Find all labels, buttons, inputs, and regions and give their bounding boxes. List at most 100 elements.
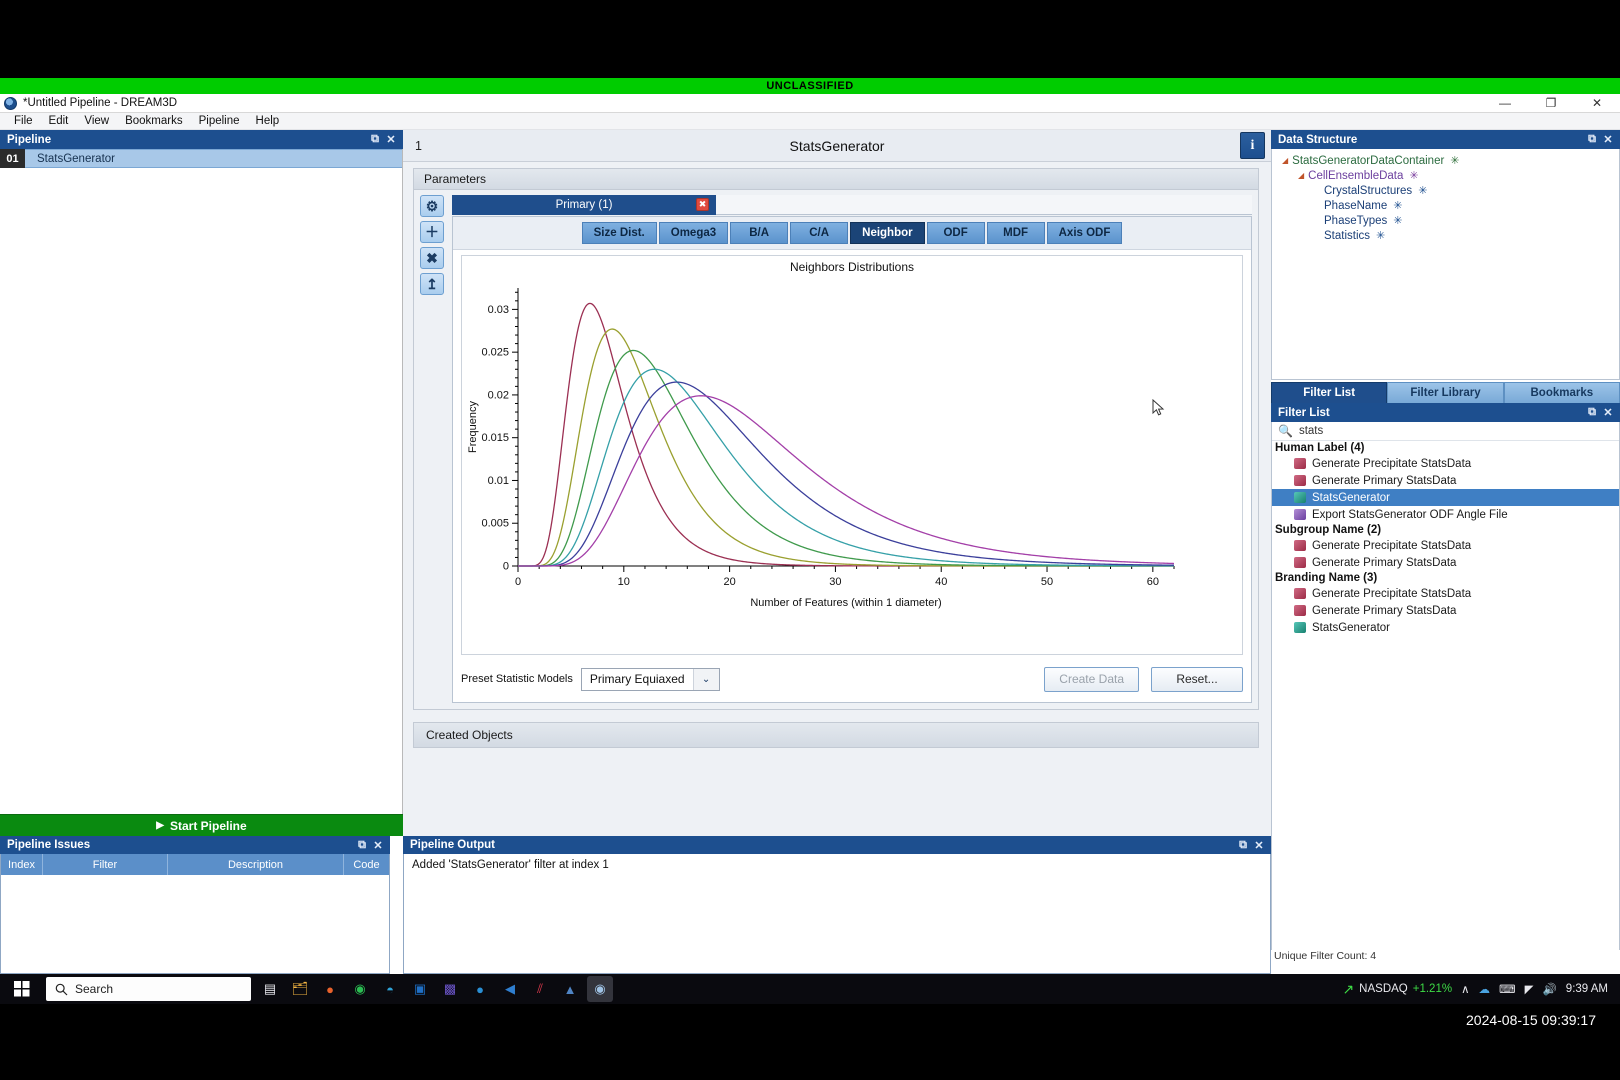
menu-edit[interactable]: Edit bbox=[41, 114, 77, 128]
filter-cube-icon bbox=[1294, 588, 1306, 599]
system-tray: ↗ NASDAQ +1.21% ∧ ☁ ⌨ ◤ 🔊 9:39 AM bbox=[1342, 981, 1620, 998]
taskbar-clock[interactable]: 9:39 AM bbox=[1566, 983, 1608, 995]
filter-list-undock-icon[interactable]: ⧉ bbox=[1584, 406, 1600, 419]
maximize-button[interactable]: ❐ bbox=[1528, 94, 1574, 113]
issues-col-description[interactable]: Description bbox=[168, 854, 344, 875]
tab-c-over-a[interactable]: C/A bbox=[790, 222, 849, 244]
issues-col-filter[interactable]: Filter bbox=[43, 854, 168, 875]
menu-view[interactable]: View bbox=[76, 114, 117, 128]
stock-name: NASDAQ bbox=[1359, 983, 1408, 995]
tab-filter-list[interactable]: Filter List bbox=[1271, 382, 1388, 403]
menu-pipeline[interactable]: Pipeline bbox=[191, 114, 248, 128]
list-item[interactable]: StatsGenerator bbox=[1272, 619, 1619, 636]
tree-node-container[interactable]: ◢ StatsGeneratorDataContainer ✳ bbox=[1278, 153, 1619, 168]
preset-statistic-models-select[interactable]: Primary Equiaxed ⌄ bbox=[580, 667, 720, 691]
tab-bookmarks[interactable]: Bookmarks bbox=[1503, 382, 1620, 403]
taskbar-search[interactable]: Search bbox=[46, 977, 251, 1001]
list-item-selected[interactable]: StatsGenerator bbox=[1272, 489, 1619, 506]
gear-icon[interactable]: ⚙ bbox=[420, 195, 444, 217]
tree-node-phasename[interactable]: PhaseName ✳ bbox=[1278, 198, 1619, 213]
search-icon: 🔍 bbox=[1278, 424, 1293, 438]
output-close-icon[interactable]: ✕ bbox=[1251, 839, 1267, 852]
dream3d-icon[interactable]: ◉ bbox=[587, 976, 613, 1002]
issues-col-code[interactable]: Code bbox=[344, 854, 389, 875]
tray-chevron-up-icon[interactable]: ∧ bbox=[1461, 982, 1469, 996]
network-icon[interactable]: ⌨ bbox=[1499, 982, 1516, 996]
expander-icon[interactable]: ◢ bbox=[1298, 171, 1304, 180]
outlook-icon[interactable]: ▣ bbox=[407, 976, 433, 1002]
volume-icon[interactable]: 🔊 bbox=[1542, 982, 1556, 996]
firefox-icon[interactable]: ● bbox=[317, 976, 343, 1002]
issues-close-icon[interactable]: ✕ bbox=[370, 839, 386, 852]
start-pipeline-button[interactable]: ▶ Start Pipeline bbox=[0, 814, 403, 836]
menu-file[interactable]: File bbox=[6, 114, 41, 128]
task-view-icon[interactable]: ▤ bbox=[257, 976, 283, 1002]
tab-close-icon[interactable]: ✖ bbox=[696, 198, 709, 211]
pipeline-undock-icon[interactable]: ⧉ bbox=[367, 133, 383, 146]
reset-button[interactable]: Reset... bbox=[1151, 666, 1243, 692]
filter-list-close-icon[interactable]: ✕ bbox=[1600, 406, 1616, 419]
pipeline-filter-list[interactable]: 01 StatsGenerator bbox=[0, 149, 403, 817]
vscode-icon[interactable]: ◀ bbox=[497, 976, 523, 1002]
list-item[interactable]: Generate Primary StatsData bbox=[1272, 602, 1619, 619]
plus-icon[interactable]: ＋ bbox=[420, 221, 444, 243]
tree-node-cellensembledata[interactable]: ◢ CellEnsembleData ✳ bbox=[1278, 168, 1619, 183]
tab-primary-phase[interactable]: Primary (1) ✖ bbox=[452, 195, 716, 215]
data-structure-tree[interactable]: ◢ StatsGeneratorDataContainer ✳ ◢ CellEn… bbox=[1271, 149, 1620, 380]
minimize-button[interactable]: — bbox=[1482, 94, 1528, 113]
list-item[interactable]: Export StatsGenerator ODF Angle File bbox=[1272, 506, 1619, 523]
list-item[interactable]: Generate Precipitate StatsData bbox=[1272, 537, 1619, 554]
list-item[interactable]: Generate Precipitate StatsData bbox=[1272, 585, 1619, 602]
paraview-icon[interactable]: ▲ bbox=[557, 976, 583, 1002]
svg-text:0: 0 bbox=[503, 561, 509, 573]
tree-node-statistics[interactable]: Statistics ✳ bbox=[1278, 228, 1619, 243]
issues-undock-icon[interactable]: ⧉ bbox=[354, 839, 370, 852]
jetbrains-icon[interactable]: ⫽ bbox=[527, 976, 553, 1002]
tab-primary-phase-label: Primary (1) bbox=[555, 199, 613, 211]
wifi-icon[interactable]: ◤ bbox=[1525, 982, 1534, 996]
menu-help[interactable]: Help bbox=[248, 114, 288, 128]
start-button[interactable] bbox=[0, 974, 44, 1004]
chrome-icon[interactable]: ◉ bbox=[347, 976, 373, 1002]
svg-text:10: 10 bbox=[618, 576, 630, 588]
close-icon[interactable]: ✖ bbox=[420, 247, 444, 269]
pipeline-row[interactable]: 01 StatsGenerator bbox=[0, 149, 402, 168]
tab-neighbor[interactable]: Neighbor bbox=[850, 222, 925, 244]
tab-mdf[interactable]: MDF bbox=[986, 222, 1045, 244]
filter-search-input[interactable] bbox=[1298, 425, 1519, 437]
filter-search-row[interactable]: 🔍 bbox=[1272, 422, 1619, 441]
created-objects-label: Created Objects bbox=[426, 728, 513, 742]
tree-node-crystalstructures[interactable]: CrystalStructures ✳ bbox=[1278, 183, 1619, 198]
tab-b-over-a[interactable]: B/A bbox=[730, 222, 789, 244]
teams-icon[interactable]: ▩ bbox=[437, 976, 463, 1002]
tab-odf[interactable]: ODF bbox=[926, 222, 985, 244]
skype-icon[interactable]: ● bbox=[467, 976, 493, 1002]
info-button[interactable]: i bbox=[1240, 132, 1265, 159]
pipeline-close-icon[interactable]: ✕ bbox=[383, 133, 399, 146]
output-undock-icon[interactable]: ⧉ bbox=[1235, 839, 1251, 852]
plot-svg: 0 10 20 30 40 50 60 Number of Features (within … bbox=[467, 288, 1175, 609]
upload-icon[interactable]: ↥ bbox=[420, 273, 444, 295]
screen-recording-timestamp: 2024-08-15 09:39:17 bbox=[1466, 1012, 1596, 1028]
stock-widget[interactable]: ↗ NASDAQ +1.21% bbox=[1342, 981, 1452, 998]
tab-filter-library[interactable]: Filter Library bbox=[1387, 382, 1504, 403]
pipeline-dock-header: Pipeline ⧉ ✕ bbox=[0, 130, 403, 149]
menu-bookmarks[interactable]: Bookmarks bbox=[117, 114, 191, 128]
file-explorer-icon[interactable]: 🗂 bbox=[287, 976, 313, 1002]
data-structure-undock-icon[interactable]: ⧉ bbox=[1584, 133, 1600, 146]
edge-icon[interactable]: ◓ bbox=[377, 976, 403, 1002]
close-button[interactable]: ✕ bbox=[1574, 94, 1620, 113]
list-item[interactable]: Generate Primary StatsData bbox=[1272, 472, 1619, 489]
create-data-button[interactable]: Create Data bbox=[1044, 666, 1139, 692]
issues-col-index[interactable]: Index bbox=[1, 854, 43, 875]
tab-size-dist[interactable]: Size Dist. bbox=[581, 222, 657, 244]
tab-axis-odf[interactable]: Axis ODF bbox=[1046, 222, 1123, 244]
tree-node-phasetypes[interactable]: PhaseTypes ✳ bbox=[1278, 213, 1619, 228]
filter-list-dock: Filter List ⧉ ✕ 🔍 Human Label (4) Genera… bbox=[1271, 403, 1620, 962]
list-item[interactable]: Generate Precipitate StatsData bbox=[1272, 455, 1619, 472]
data-structure-close-icon[interactable]: ✕ bbox=[1600, 133, 1616, 146]
onedrive-icon[interactable]: ☁ bbox=[1479, 982, 1491, 996]
list-item[interactable]: Generate Primary StatsData bbox=[1272, 554, 1619, 571]
expander-icon[interactable]: ◢ bbox=[1282, 156, 1288, 165]
tab-omega3[interactable]: Omega3 bbox=[658, 222, 729, 244]
